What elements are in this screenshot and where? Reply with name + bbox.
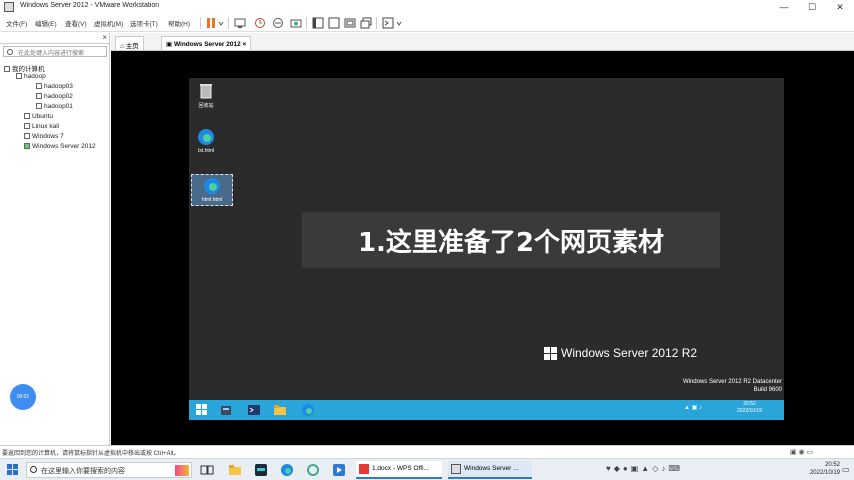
tree-item-ubuntu[interactable]: Ubuntu (24, 113, 53, 120)
guest-tray-icons: ▲ ▣ ♪ (684, 405, 702, 411)
console-view-icon[interactable] (382, 17, 394, 29)
close-button[interactable]: ✕ (826, 0, 854, 14)
menu-vm[interactable]: 虚拟机(M) (94, 18, 123, 28)
edge-icon (197, 128, 215, 146)
server-manager-icon[interactable] (219, 403, 233, 417)
taskbar-clock[interactable]: 20:52 2022/10/19 (800, 461, 840, 477)
edge-icon (203, 177, 221, 195)
fullscreen-icon[interactable] (360, 17, 372, 29)
recycle-bin-icon (197, 82, 215, 100)
taskbar-app-wps[interactable]: 1.docx - WPS Offi... (356, 461, 442, 479)
toolbar-separator (376, 17, 377, 29)
toolbar-separator (200, 17, 201, 29)
menu-edit[interactable]: 编辑(E) (35, 18, 57, 28)
file-explorer-icon[interactable] (273, 403, 287, 417)
tree-item-linux-kali[interactable]: Linux kali (24, 123, 59, 130)
library-close-button[interactable]: × (102, 33, 107, 42)
vm-icon: ▣ (166, 41, 174, 48)
edge-icon[interactable] (301, 403, 315, 417)
guest-clock[interactable]: 20:52 2022/10/19 (737, 401, 762, 415)
single-window-icon[interactable] (328, 17, 340, 29)
notification-icon[interactable]: ▭ (842, 465, 850, 474)
snapshot-manager-icon[interactable] (290, 17, 302, 29)
window-title: Windows Server 2012 - VMware Workstation (20, 2, 160, 9)
vm-icon (24, 133, 30, 140)
tab-home[interactable]: ⌂ 主页 (115, 36, 144, 50)
taskbar-search-input[interactable]: 在这里输入你要搜索的内容 (26, 462, 192, 478)
thumbnail-icon[interactable] (344, 17, 356, 29)
windows-server-brand: Windows Server 2012 R2 (544, 346, 697, 360)
wps-icon (359, 464, 369, 474)
pause-icon[interactable] (205, 17, 217, 29)
taskbar-search-placeholder: 在这里输入你要搜索的内容 (41, 468, 125, 475)
maximize-button[interactable]: ☐ (798, 0, 826, 14)
vm-running-icon (24, 143, 30, 150)
windows-start-icon[interactable] (195, 403, 209, 417)
tab-bar: ⌂ 主页 ▣ Windows Server 2012 × (111, 33, 854, 51)
tree-item-hadoop[interactable]: hadoop (16, 73, 46, 80)
menu-view[interactable]: 查看(V) (65, 18, 87, 28)
windows-logo-icon (544, 346, 557, 360)
guest-taskbar: ▲ ▣ ♪ 20:52 2022/10/19 (189, 400, 784, 420)
device-status-icons[interactable]: ▣ ◉ ▭ (790, 448, 813, 456)
status-bar: 要返回到您的计算机，请将鼠标指针从虚拟机中移出或按 Ctrl+Alt。 ▣ ◉ … (0, 445, 854, 458)
library-search-input[interactable]: 在此处键入内容进行搜索 (3, 46, 107, 57)
menu-help[interactable]: 帮助(H) (168, 18, 190, 28)
file-explorer-icon[interactable] (228, 463, 242, 477)
library-search-placeholder: 在此处键入内容进行搜索 (18, 51, 85, 57)
toolbar-separator (228, 17, 229, 29)
revert-snapshot-icon[interactable] (272, 17, 284, 29)
menu-file[interactable]: 文件(F) (6, 18, 27, 28)
vmware-app-icon (4, 2, 14, 12)
edge-icon[interactable] (280, 463, 294, 477)
tree-item-hadoop01[interactable]: hadoop01 (36, 103, 73, 110)
search-icon (30, 466, 37, 473)
desktop-icon-html-html[interactable]: html.html (191, 174, 233, 206)
os-watermark: Windows Server 2012 R2 Datacenter Build … (682, 379, 782, 393)
taskbar-app-vmware[interactable]: Windows Server ... (448, 461, 532, 479)
library-panel: × 在此处键入内容进行搜索 我的计算机 hadoop hadoop03 hado… (0, 33, 110, 445)
tree-item-windows-7[interactable]: Windows 7 (24, 133, 64, 140)
computer-icon (4, 66, 10, 73)
send-ctrl-alt-del-icon[interactable] (234, 17, 246, 29)
vm-icon (36, 83, 42, 90)
vm-icon (36, 103, 42, 110)
tree-item-hadoop02[interactable]: hadoop02 (36, 93, 73, 100)
tree-item-hadoop03[interactable]: hadoop03 (36, 83, 73, 90)
screen-recorder-button[interactable]: 00:01 (10, 384, 36, 410)
menu-tabs[interactable]: 选项卡(T) (130, 18, 158, 28)
folder-icon (16, 73, 22, 80)
app-icon-dark[interactable] (254, 463, 268, 477)
tree-item-my-computer[interactable]: 我的计算机 (4, 63, 45, 73)
status-text: 要返回到您的计算机，请将鼠标指针从虚拟机中移出或按 Ctrl+Alt。 (2, 451, 180, 457)
system-tray-icons[interactable]: ♥◆●▣▲◇♪⌨ (606, 464, 683, 473)
toolbar-separator (306, 17, 307, 29)
host-taskbar: 在这里输入你要搜索的内容 1.docx - WPS Offi... Window… (0, 458, 854, 480)
vmware-icon (451, 464, 461, 474)
chevron-down-icon[interactable] (218, 17, 224, 29)
media-player-icon[interactable] (332, 463, 346, 477)
tutorial-caption: 1.这里准备了2个网页素材 (302, 212, 720, 268)
powershell-icon[interactable] (247, 403, 261, 417)
vm-icon (36, 93, 42, 100)
show-library-icon[interactable] (312, 17, 324, 29)
tree-item-windows-server-2012[interactable]: Windows Server 2012 (24, 143, 96, 150)
chevron-down-icon[interactable] (396, 17, 402, 29)
desktop-icon-txt-html[interactable]: txt.html (191, 128, 221, 154)
desktop-icon-recycle-bin[interactable]: 回收站 (191, 82, 221, 109)
vm-icon (24, 113, 30, 120)
search-highlight-icon (175, 465, 189, 476)
network-app-icon[interactable] (306, 463, 320, 477)
tab-windows-server-2012[interactable]: ▣ Windows Server 2012 × (161, 36, 252, 50)
menu-bar: 文件(F) 编辑(E) 查看(V) 虚拟机(M) 选项卡(T) 帮助(H) (0, 14, 854, 32)
minimize-button[interactable]: — (770, 0, 798, 14)
snapshot-icon[interactable] (254, 17, 266, 29)
search-icon (7, 49, 13, 55)
title-bar: Windows Server 2012 - VMware Workstation… (0, 0, 854, 14)
windows-start-icon[interactable] (6, 463, 20, 477)
task-view-icon[interactable] (200, 463, 214, 477)
library-header: × (0, 33, 110, 44)
vm-icon (24, 123, 30, 130)
tab-close-icon[interactable]: × (243, 41, 247, 48)
